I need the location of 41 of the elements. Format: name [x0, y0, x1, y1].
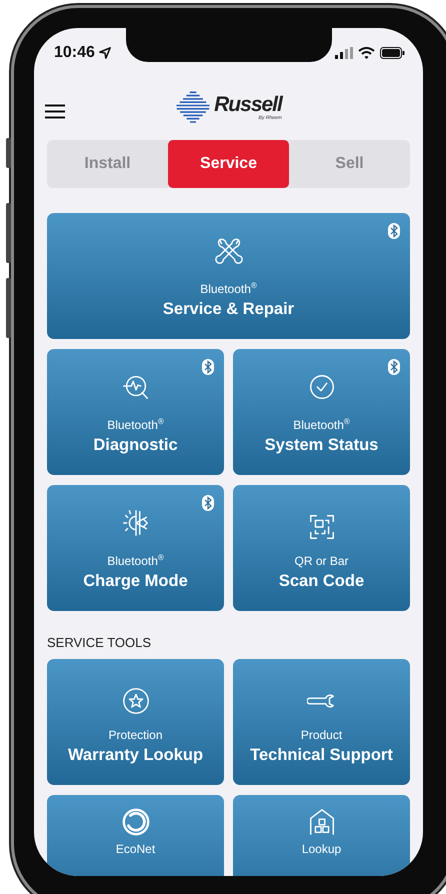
logo-mark-icon — [175, 89, 212, 125]
tool-tile[interactable]: Product Technical Support — [233, 659, 410, 785]
ring-icon — [120, 807, 150, 837]
tile-title: Warranty Lookup — [68, 746, 204, 765]
feature-tile[interactable]: Bluetooth$^{®}$ System Status — [233, 349, 410, 475]
tile-title: System Status — [264, 436, 378, 455]
battery-icon — [380, 47, 405, 59]
tile-subtitle: QR or Bar — [294, 554, 348, 569]
sun-snowflake-icon — [120, 508, 150, 538]
tool-tile[interactable]: Protection Warranty Lookup — [47, 659, 224, 785]
menu-icon[interactable] — [45, 104, 65, 119]
crossed-wrenches-icon — [214, 236, 244, 266]
tile-subtitle: Protection — [108, 728, 163, 743]
tool-tile[interactable]: EcoNet — [47, 795, 224, 876]
tile-subtitle: Lookup — [302, 842, 342, 857]
tile-title: Service & Repair — [162, 300, 294, 319]
tile-subtitle: Bluetooth$^{®}$ — [200, 280, 257, 297]
location-arrow-icon — [98, 47, 111, 59]
tile-subtitle: Bluetooth$^{®}$ — [107, 552, 164, 569]
tile-title: Diagnostic — [93, 436, 178, 455]
tile-subtitle: Product — [300, 728, 342, 743]
tab[interactable]: Install — [47, 140, 168, 188]
feature-tile[interactable]: Bluetooth$^{®}$ Service & Repair — [47, 213, 410, 339]
logo-wordmark: Russell — [214, 94, 282, 114]
tab[interactable]: Service — [168, 140, 289, 188]
section-heading: SERVICE TOOLS — [47, 635, 152, 650]
wifi-icon — [358, 47, 375, 59]
status-time: 10:46 — [54, 44, 95, 62]
tile-title: Technical Support — [250, 746, 393, 765]
feature-tile[interactable]: Bluetooth$^{®}$ Diagnostic — [47, 349, 224, 475]
signal-icon — [335, 47, 353, 59]
tab[interactable]: Sell — [289, 140, 410, 188]
tool-tile[interactable]: Lookup — [233, 795, 410, 876]
tile-subtitle: Bluetooth$^{®}$ — [107, 416, 164, 433]
tile-title: Scan Code — [278, 572, 364, 591]
tile-subtitle: Bluetooth$^{®}$ — [293, 416, 350, 433]
feature-tile[interactable]: Bluetooth$^{®}$ Charge Mode — [47, 485, 224, 611]
tile-subtitle: EcoNet — [116, 842, 156, 857]
tile-title: Charge Mode — [83, 572, 188, 591]
feature-tile[interactable]: QR or Bar Scan Code — [233, 485, 410, 611]
star-circle-icon — [120, 686, 150, 716]
